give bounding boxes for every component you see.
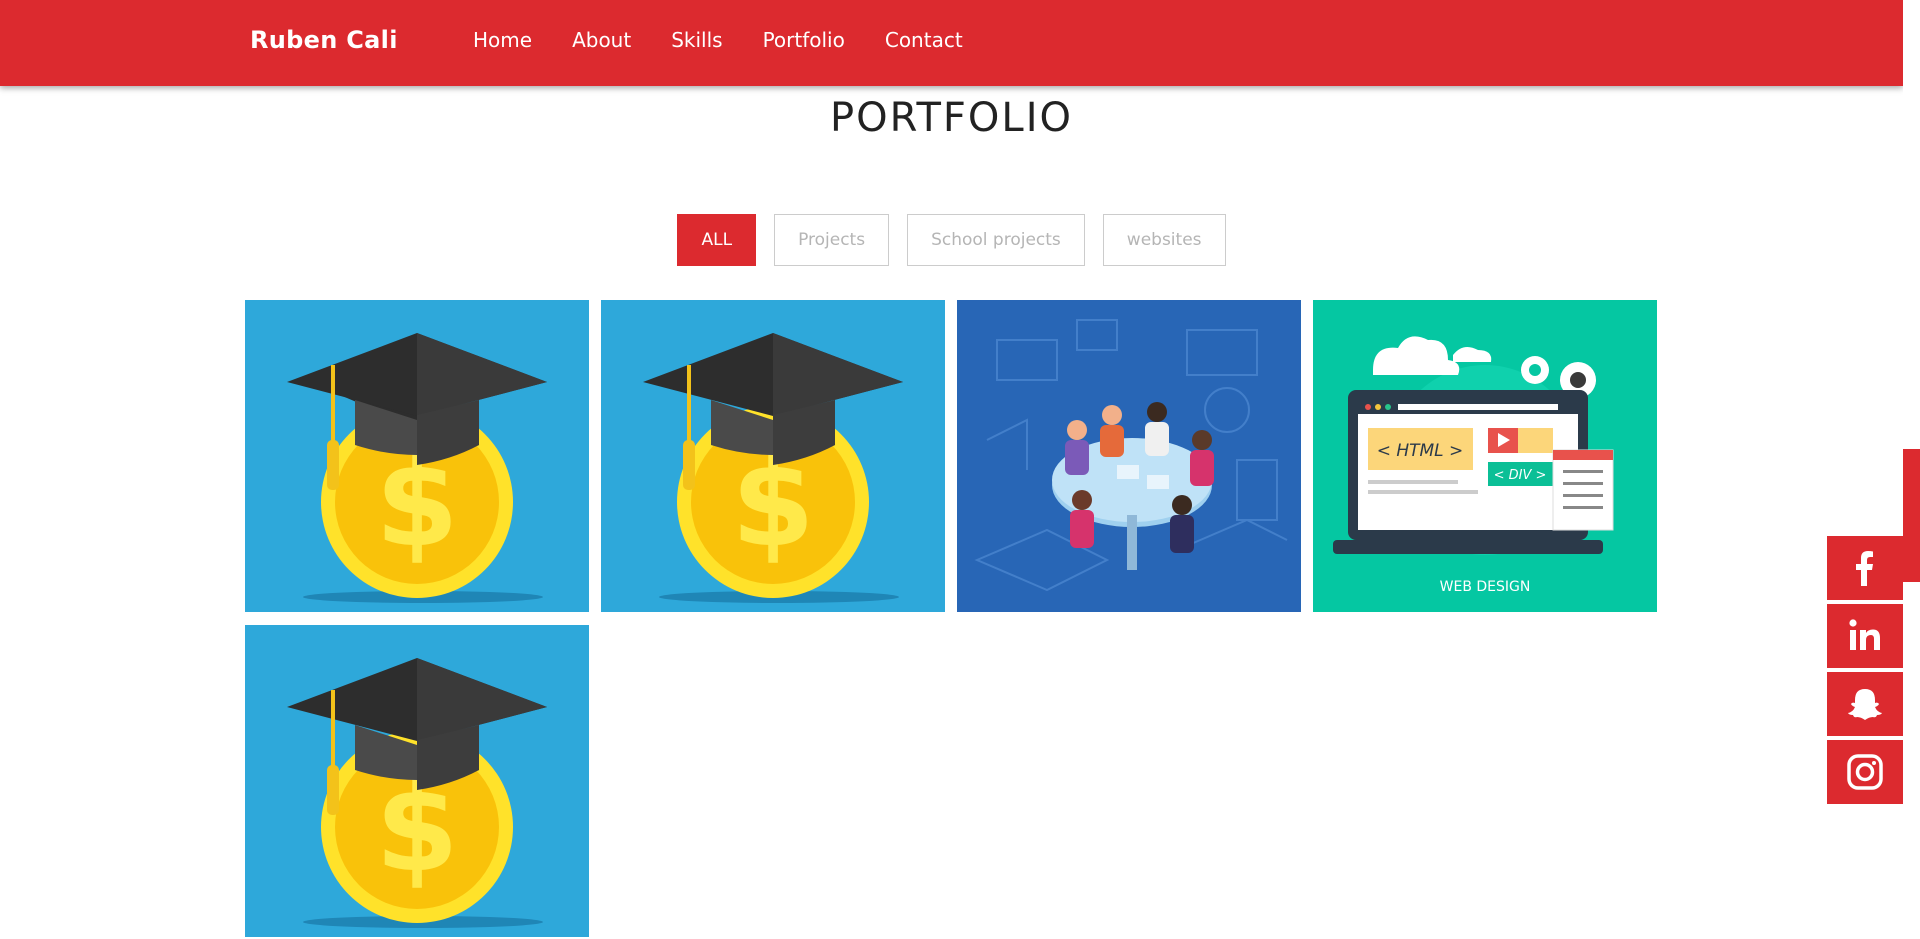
portfolio-item[interactable]: < HTML > < DIV > WEB DESIGN	[1313, 300, 1657, 612]
facebook-link[interactable]	[1827, 536, 1903, 600]
instagram-link[interactable]	[1827, 740, 1903, 804]
portfolio-item[interactable]: $	[245, 625, 589, 937]
filter-all-button[interactable]: ALL	[677, 214, 757, 266]
filter-school-projects-button[interactable]: School projects	[907, 214, 1085, 266]
scrollbar-thumb[interactable]	[1903, 449, 1920, 582]
web-design-caption: WEB DESIGN	[1440, 579, 1531, 595]
filter-websites-button[interactable]: websites	[1102, 214, 1226, 266]
nav-home[interactable]: Home	[473, 28, 532, 52]
portfolio-item[interactable]: $	[245, 300, 589, 612]
web-design-image: < HTML > < DIV > WEB DESIGN	[1313, 300, 1657, 612]
filter-projects-button[interactable]: Projects	[774, 214, 890, 266]
linkedin-link[interactable]	[1827, 604, 1903, 668]
snapchat-link[interactable]	[1827, 672, 1903, 736]
navbar: Ruben Cali Home About Skills Portfolio C…	[0, 0, 1903, 86]
nav-portfolio[interactable]: Portfolio	[763, 28, 845, 52]
portfolio-item[interactable]: $	[601, 300, 945, 612]
facebook-icon	[1856, 551, 1873, 586]
portfolio-item[interactable]	[957, 300, 1301, 612]
instagram-icon	[1847, 754, 1883, 790]
linkedin-icon	[1849, 619, 1880, 650]
svg-text:< HTML >: < HTML >	[1377, 441, 1464, 461]
snapchat-icon	[1848, 689, 1882, 720]
nav-contact[interactable]: Contact	[885, 28, 963, 52]
main-nav: Home About Skills Portfolio Contact	[473, 28, 1003, 52]
portfolio-filters: ALL Projects School projects websites	[0, 214, 1903, 266]
graduation-coin-image: $	[245, 625, 589, 937]
brand-logo[interactable]: Ruben Cali	[250, 26, 398, 54]
nav-skills[interactable]: Skills	[671, 28, 722, 52]
nav-about[interactable]: About	[572, 28, 631, 52]
svg-text:< DIV >: < DIV >	[1494, 468, 1547, 483]
graduation-coin-image: $	[601, 300, 945, 612]
page-title: PORTFOLIO	[830, 95, 1073, 141]
team-meeting-image	[957, 300, 1301, 612]
graduation-coin-image: $	[245, 300, 589, 612]
page: Ruben Cali Home About Skills Portfolio C…	[0, 0, 1903, 939]
